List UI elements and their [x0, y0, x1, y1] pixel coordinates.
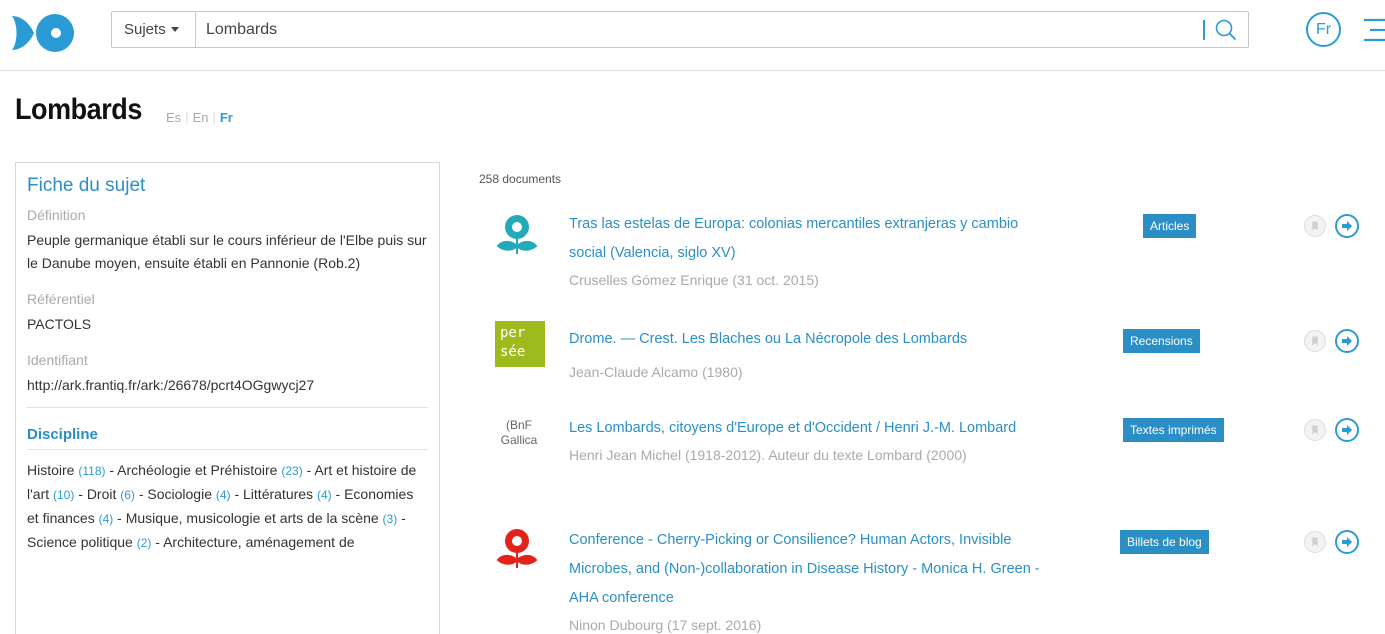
bookmark-icon[interactable]: [1304, 531, 1326, 553]
result-title[interactable]: Conference - Cherry-Picking or Consilien…: [569, 526, 1049, 634]
discipline-item[interactable]: Sociologie (4): [147, 486, 230, 502]
arrow-right-icon[interactable]: [1335, 214, 1359, 238]
discipline-item[interactable]: Science politique (2): [27, 534, 151, 550]
discipline-item[interactable]: Droit (6): [87, 486, 135, 502]
gallica-logo: (BnF Gallica: [500, 418, 538, 447]
discipline-item[interactable]: Littératures (4): [243, 486, 332, 502]
openedition-logo: [496, 215, 538, 254]
isidore-logo[interactable]: [12, 12, 76, 54]
results-count: 258 documents: [479, 172, 562, 186]
lang-fr[interactable]: Fr: [220, 110, 233, 125]
referentiel-value: PACTOLS: [27, 316, 92, 332]
bookmark-icon[interactable]: [1304, 215, 1326, 237]
result-author: Cruselles Gómez Enrique (31 oct. 2015): [569, 272, 819, 288]
lang-es[interactable]: Es: [166, 110, 181, 125]
discipline-heading: Discipline: [27, 426, 428, 450]
arrow-right-icon[interactable]: [1335, 530, 1359, 554]
subjects-dropdown[interactable]: Sujets: [112, 12, 196, 47]
divider: [27, 407, 428, 408]
referentiel-label: Référentiel: [27, 291, 95, 307]
result-type-badge[interactable]: Textes imprimés: [1123, 418, 1224, 442]
discipline-list: Histoire (118) - Archéologie et Préhisto…: [27, 462, 417, 550]
subject-card: Fiche du sujet Définition Peuple germani…: [15, 162, 440, 634]
top-bar: Sujets Fr: [0, 0, 1385, 71]
identifiant-value: http://ark.frantiq.fr/ark:/26678/pcrt4OG…: [27, 377, 315, 393]
result-title[interactable]: Les Lombards, citoyens d'Europe et d'Occ…: [569, 414, 1049, 467]
result-title[interactable]: Tras las estelas de Europa: colonias mer…: [569, 210, 1049, 292]
discipline-item[interactable]: Architecture, aménagement de: [163, 534, 354, 550]
definition-text: Peuple germanique établi sur le cours in…: [27, 232, 427, 271]
identifiant-label: Identifiant: [27, 352, 88, 368]
arrow-right-icon[interactable]: [1335, 418, 1359, 442]
definition-label: Définition: [27, 207, 86, 223]
result-type-badge[interactable]: Billets de blog: [1120, 530, 1209, 554]
result-type-badge[interactable]: Recensions: [1123, 329, 1200, 353]
result-author: Jean-Claude Alcamo (1980): [569, 364, 743, 380]
bookmark-icon[interactable]: [1304, 419, 1326, 441]
result-author: Henri Jean Michel (1918-2012). Auteur du…: [569, 447, 967, 463]
result-type-badge[interactable]: Articles: [1143, 214, 1197, 238]
subject-card-heading: Fiche du sujet: [27, 175, 146, 196]
language-switcher: Es | En | Fr: [166, 110, 233, 125]
caret-down-icon: [170, 27, 179, 32]
arrow-right-icon[interactable]: [1335, 329, 1359, 353]
result-title[interactable]: Drome. — Crest. Les Blaches ou La Nécrop…: [569, 325, 1049, 384]
search-divider: [1203, 20, 1205, 40]
discipline-item[interactable]: Archéologie et Préhistoire (23): [117, 462, 303, 478]
lang-en[interactable]: En: [193, 110, 209, 125]
bookmark-icon[interactable]: [1304, 330, 1326, 352]
subjects-label: Sujets: [124, 21, 166, 38]
menu-icon[interactable]: [1360, 14, 1385, 46]
search-input[interactable]: [204, 16, 1204, 43]
persee-logo: per sée: [495, 321, 545, 367]
discipline-item[interactable]: Musique, musicologie et arts de la scène…: [126, 510, 397, 526]
search-icon[interactable]: [1212, 16, 1240, 44]
result-author: Ninon Dubourg (17 sept. 2016): [569, 617, 762, 633]
hypotheses-logo: [496, 529, 538, 568]
discipline-item[interactable]: Histoire (118): [27, 462, 105, 478]
page-title: Lombards: [15, 93, 142, 126]
language-button[interactable]: Fr: [1306, 12, 1341, 47]
search-bar: Sujets: [111, 11, 1249, 48]
